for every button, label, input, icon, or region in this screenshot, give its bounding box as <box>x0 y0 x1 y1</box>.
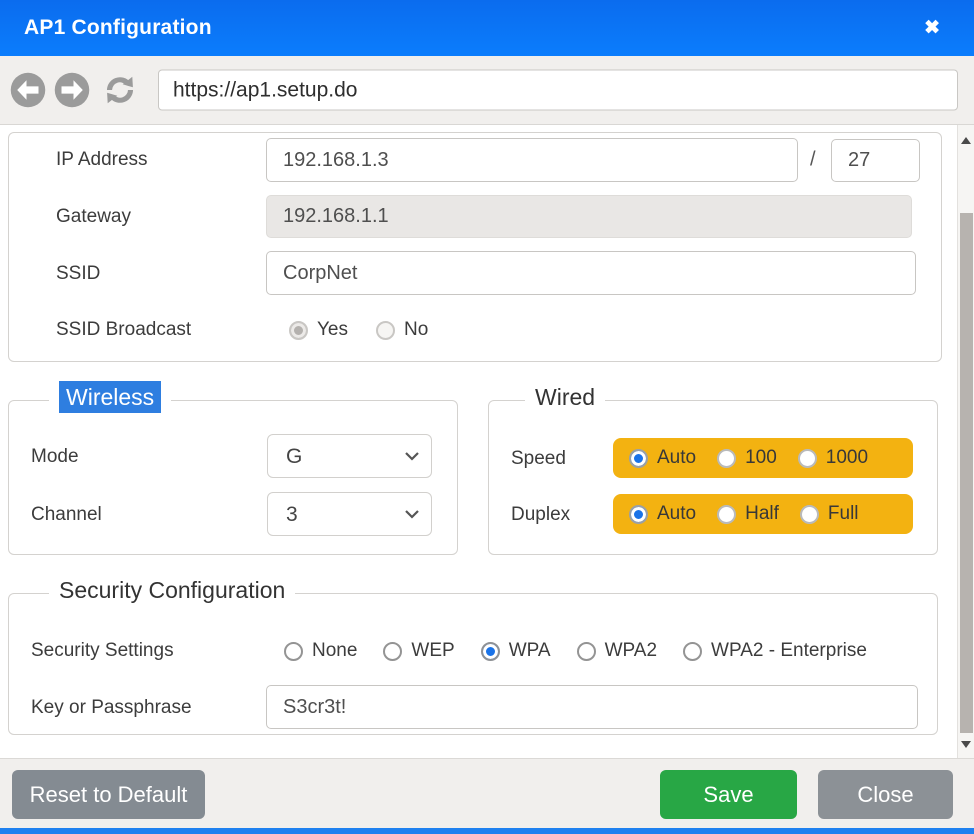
radio-auto-label: Auto <box>657 447 696 469</box>
speed-radio-group: Auto 100 1000 <box>613 438 913 478</box>
cidr-separator: / <box>810 149 816 172</box>
refresh-button[interactable] <box>102 72 138 108</box>
radio-wep-label: WEP <box>411 640 454 662</box>
radio-wpa2-enterprise-icon <box>683 642 702 661</box>
ssid-broadcast-label: SSID Broadcast <box>56 319 191 341</box>
radio-wpa-icon <box>481 642 500 661</box>
radio-wpa2-icon <box>577 642 596 661</box>
speed-option-auto[interactable]: Auto <box>629 447 696 469</box>
radio-full-label: Full <box>828 503 859 525</box>
gateway-input <box>266 195 912 238</box>
channel-select-wrap: 3 <box>267 492 432 536</box>
security-option-wep[interactable]: WEP <box>383 640 454 662</box>
save-button[interactable]: Save <box>660 770 797 819</box>
scroll-up-arrow-icon[interactable] <box>961 137 971 144</box>
ip-address-label: IP Address <box>56 149 148 171</box>
wireless-fieldset: Wireless Mode G Channel 3 <box>8 400 458 555</box>
radio-half-label: Half <box>745 503 779 525</box>
speed-option-100[interactable]: 100 <box>717 447 777 469</box>
security-option-wpa[interactable]: WPA <box>481 640 551 662</box>
radio-none-icon <box>284 642 303 661</box>
scroll-down-arrow-icon[interactable] <box>961 741 971 748</box>
ssid-broadcast-radio-group: Yes No <box>289 319 428 341</box>
security-settings-label: Security Settings <box>31 640 174 662</box>
wired-fieldset: Wired Speed Auto 100 1000 Duplex <box>488 400 938 555</box>
forward-button[interactable] <box>54 72 90 108</box>
reset-to-default-button[interactable]: Reset to Default <box>12 770 205 819</box>
back-arrow-icon <box>10 72 46 108</box>
gateway-label: Gateway <box>56 206 131 228</box>
footer-bar: Reset to Default Save Close <box>0 758 974 828</box>
mode-select[interactable]: G <box>267 434 432 478</box>
radio-1000-icon <box>798 449 817 468</box>
security-radio-group: None WEP WPA WPA2 WPA2 - Enterprise <box>284 640 867 662</box>
security-option-wpa2-enterprise[interactable]: WPA2 - Enterprise <box>683 640 867 662</box>
radio-no-label: No <box>404 319 428 341</box>
ip-address-input[interactable] <box>266 138 798 182</box>
duplex-option-half[interactable]: Half <box>717 503 779 525</box>
channel-select[interactable]: 3 <box>267 492 432 536</box>
security-legend: Security Configuration <box>49 577 295 604</box>
close-icon[interactable]: ✖ <box>924 17 940 40</box>
scrollbar-thumb[interactable] <box>960 213 973 733</box>
back-button[interactable] <box>10 72 46 108</box>
radio-auto-icon <box>629 505 648 524</box>
duplex-option-auto[interactable]: Auto <box>629 503 696 525</box>
radio-100-icon <box>717 449 736 468</box>
vertical-scrollbar[interactable] <box>957 125 974 758</box>
duplex-label: Duplex <box>511 504 570 526</box>
window-bottom-border <box>0 828 974 834</box>
mode-label: Mode <box>31 446 79 468</box>
security-fieldset: Security Configuration Security Settings… <box>8 593 938 735</box>
key-passphrase-input[interactable] <box>266 685 918 729</box>
refresh-icon <box>102 72 138 108</box>
wired-legend: Wired <box>525 384 605 411</box>
radio-no-icon <box>376 321 395 340</box>
radio-auto-label: Auto <box>657 503 696 525</box>
ssid-label: SSID <box>56 263 100 285</box>
ssid-broadcast-option-no: No <box>376 319 428 341</box>
radio-yes-label: Yes <box>317 319 348 341</box>
ssid-input[interactable] <box>266 251 916 295</box>
radio-100-label: 100 <box>745 447 777 469</box>
duplex-radio-group: Auto Half Full <box>613 494 913 534</box>
ssid-broadcast-option-yes: Yes <box>289 319 348 341</box>
security-option-wpa2[interactable]: WPA2 <box>577 640 657 662</box>
duplex-option-full[interactable]: Full <box>800 503 859 525</box>
mode-select-wrap: G <box>267 434 432 478</box>
url-input[interactable] <box>158 70 958 111</box>
radio-half-icon <box>717 505 736 524</box>
window-title: AP1 Configuration <box>24 16 212 40</box>
radio-none-label: None <box>312 640 357 662</box>
security-option-none[interactable]: None <box>284 640 357 662</box>
radio-yes-icon <box>289 321 308 340</box>
close-button[interactable]: Close <box>818 770 953 819</box>
radio-wpa2-enterprise-label: WPA2 - Enterprise <box>711 640 867 662</box>
channel-label: Channel <box>31 504 102 526</box>
radio-full-icon <box>800 505 819 524</box>
forward-arrow-icon <box>54 72 90 108</box>
radio-wep-icon <box>383 642 402 661</box>
browser-navbar <box>0 56 974 125</box>
prefix-length-input[interactable] <box>831 139 920 182</box>
radio-wpa-label: WPA <box>509 640 551 662</box>
titlebar: AP1 Configuration ✖ <box>0 0 974 56</box>
network-settings-panel: IP Address / Gateway SSID SSID Broadcast… <box>8 132 942 362</box>
wireless-legend-text: Wireless <box>59 381 161 413</box>
radio-1000-label: 1000 <box>826 447 868 469</box>
key-passphrase-label: Key or Passphrase <box>31 697 192 719</box>
wireless-legend: Wireless <box>49 384 171 411</box>
speed-option-1000[interactable]: 1000 <box>798 447 868 469</box>
radio-auto-icon <box>629 449 648 468</box>
ap1-config-window: AP1 Configuration ✖ <box>0 0 974 834</box>
page-content: IP Address / Gateway SSID SSID Broadcast… <box>0 125 974 758</box>
speed-label: Speed <box>511 448 566 470</box>
radio-wpa2-label: WPA2 <box>605 640 657 662</box>
